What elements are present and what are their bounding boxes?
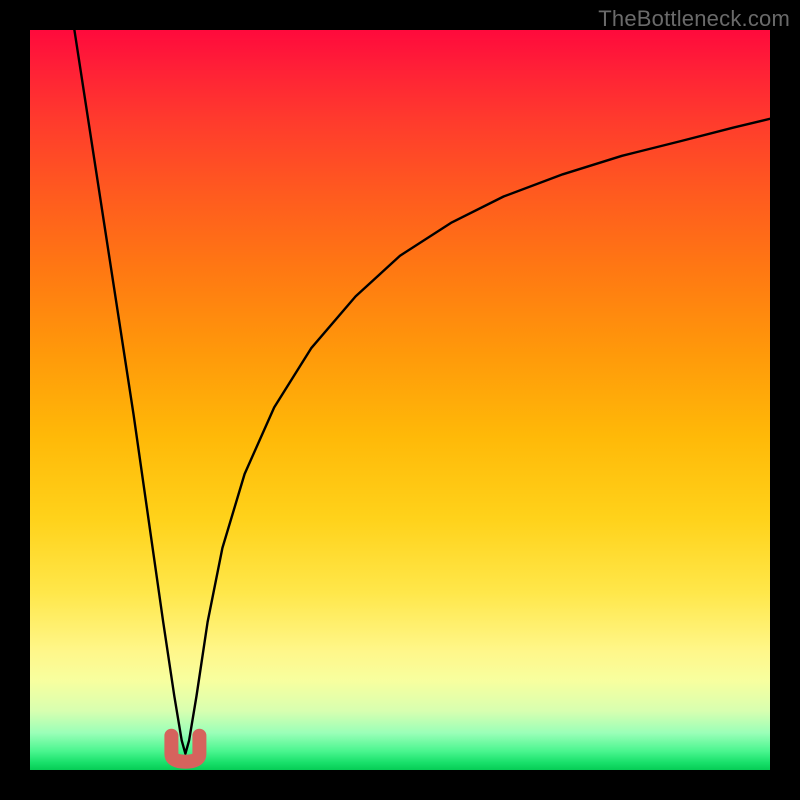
plot-area <box>30 30 770 770</box>
watermark-text: TheBottleneck.com <box>598 6 790 32</box>
outer-frame: TheBottleneck.com <box>0 0 800 800</box>
minimum-marker-path <box>171 736 199 762</box>
bottleneck-curve-path <box>74 30 770 754</box>
curve-svg <box>30 30 770 770</box>
